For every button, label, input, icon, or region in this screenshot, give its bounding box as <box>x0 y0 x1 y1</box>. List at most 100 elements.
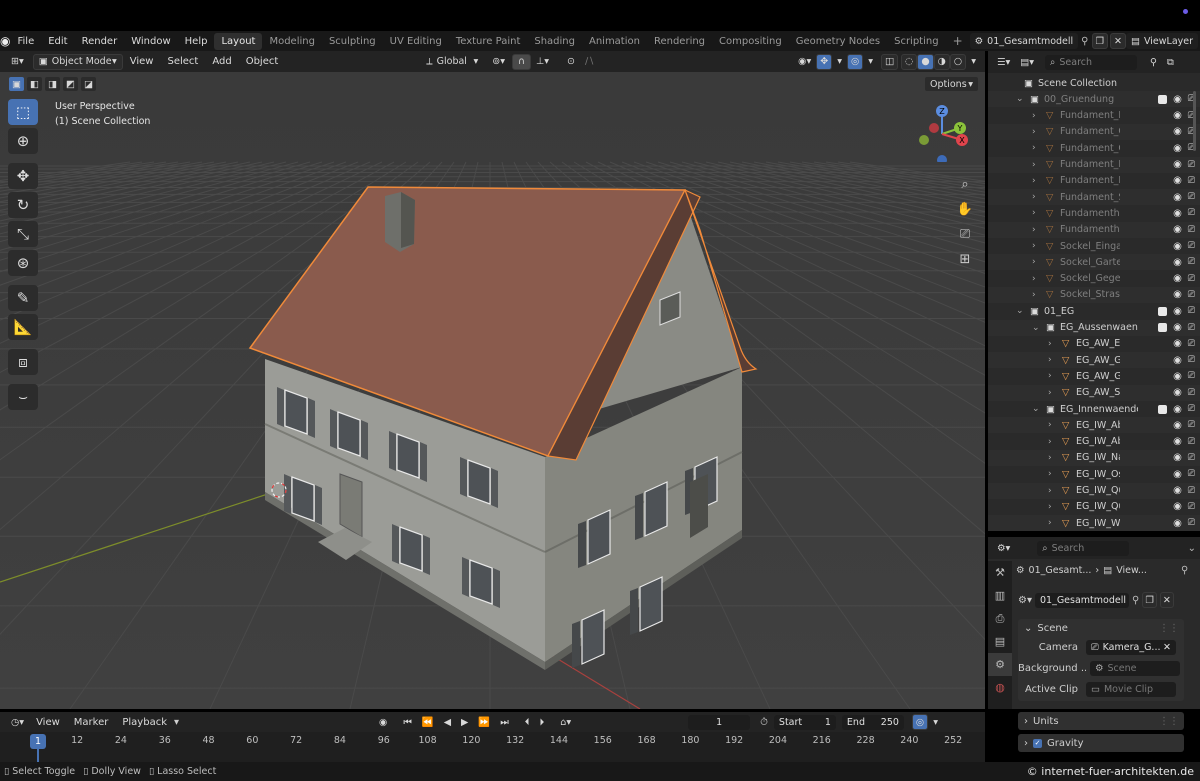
tab-compositing[interactable]: Compositing <box>712 33 789 50</box>
collapse-chevron-icon[interactable]: › <box>1048 420 1052 430</box>
start-frame-field[interactable]: Start 1 <box>773 714 836 730</box>
auto-keying-toggle[interactable]: ◉ <box>374 714 392 730</box>
overlay-options[interactable]: ▾ <box>863 54 878 70</box>
collapse-chevron-icon[interactable]: › <box>1032 176 1036 186</box>
3d-viewport[interactable]: User Perspective (1) Scene Collection ▣ … <box>0 72 985 709</box>
exclude-checkbox[interactable] <box>1158 323 1168 332</box>
outliner-object-row[interactable]: ›▽Fundament_Innen_3◉⎚ <box>988 156 1200 173</box>
timeline-view-toggle[interactable]: ◎ <box>911 714 929 730</box>
collapse-chevron-icon[interactable]: › <box>1032 274 1036 284</box>
copy-scene-button[interactable]: ❐ <box>1142 592 1157 608</box>
collapse-chevron-icon[interactable]: › <box>1032 257 1036 267</box>
snap-target-selector[interactable]: ⊥▾ <box>531 54 554 70</box>
menu-render[interactable]: Render <box>75 36 125 47</box>
filter-icon[interactable]: ⚲ <box>1145 54 1162 70</box>
rendered-shading-button[interactable]: ○ <box>949 53 967 70</box>
proportional-edit-toggle[interactable]: ⊙ <box>562 54 580 70</box>
close-icon[interactable]: ✕ <box>1163 642 1171 653</box>
tab-texture-paint[interactable]: Texture Paint <box>449 33 528 50</box>
outliner-object-row[interactable]: ›▽EG_IW_Ost◉⎚ <box>988 466 1200 482</box>
camera-view-icon[interactable]: ⎚ <box>955 224 975 244</box>
outliner-object-row[interactable]: › ▽ Fundament_Gegen ◉⎚ <box>988 140 1200 156</box>
snap-toggle[interactable]: ∩ <box>512 53 531 70</box>
eye-icon[interactable]: ◉ <box>1173 469 1182 480</box>
display-mode-selector[interactable]: ▤▾ <box>1015 54 1039 70</box>
delete-scene-button[interactable]: ✕ <box>1110 33 1126 49</box>
render-camera-icon[interactable]: ⎚ <box>1188 241 1195 251</box>
current-frame-field[interactable]: 1 <box>688 714 751 730</box>
move-tool-icon[interactable]: ✥ <box>8 163 38 189</box>
xray-toggle[interactable]: ◫ <box>881 53 899 70</box>
outliner-collection-row[interactable]: ⌄▣EG_Aussenwaende◉⎚ <box>988 319 1200 336</box>
render-camera-icon[interactable]: ⎚ <box>1188 469 1195 479</box>
collapse-chevron-icon[interactable]: › <box>1032 241 1036 251</box>
outliner-object-row[interactable]: ›▽Fundamenthals_Inne◉⎚ <box>988 205 1200 221</box>
remove-scene-button[interactable]: ✕ <box>1159 592 1174 608</box>
gravity-panel-header[interactable]: › ✓ Gravity <box>1018 734 1184 752</box>
mode-selector[interactable]: ▣ Object Mode ▾ <box>32 53 123 70</box>
outliner-object-row[interactable]: ›▽EG_AW_Eingang◉⎚ <box>988 336 1200 352</box>
output-tab-icon[interactable]: ⎙ <box>988 607 1012 630</box>
eye-icon[interactable]: ◉ <box>1173 306 1182 317</box>
outliner-collection-row[interactable]: ⌄ ▣ 00_Gruendung ◉ ⎚ <box>988 91 1200 108</box>
expand-chevron-icon[interactable]: ⌄ <box>1016 94 1024 104</box>
select-box-tool-icon[interactable]: ⬚ <box>8 99 38 125</box>
solid-shading-button[interactable]: ● <box>917 53 934 70</box>
playhead[interactable]: 1 <box>30 734 46 749</box>
expand-chevron-icon[interactable]: ⌄ <box>1032 323 1040 333</box>
outliner-object-row[interactable]: ›▽EG_AW_Gegen◉⎚ <box>988 368 1200 384</box>
render-camera-icon[interactable]: ⎚ <box>1188 323 1195 333</box>
eye-icon[interactable]: ◉ <box>1173 257 1182 268</box>
eye-icon[interactable]: ◉ <box>1173 501 1182 512</box>
add-cube-tool-icon[interactable]: ⧈ <box>8 349 38 375</box>
background-scene-field[interactable]: ⚙ Scene <box>1090 661 1180 676</box>
pivot-point-selector[interactable]: ⊚▾ <box>487 54 510 70</box>
tab-shading[interactable]: Shading <box>527 33 582 50</box>
exclude-checkbox[interactable] <box>1158 404 1168 414</box>
collapse-chevron-icon[interactable]: › <box>1032 111 1036 121</box>
viewport-menu-select[interactable]: Select <box>160 56 205 67</box>
transform-tool-icon[interactable]: ⊛ <box>8 250 38 276</box>
active-clip-field[interactable]: ▭ Movie Clip <box>1086 682 1176 697</box>
end-frame-field[interactable]: End 250 <box>841 714 904 730</box>
eye-icon[interactable]: ◉ <box>1173 404 1182 415</box>
gizmo-options[interactable]: ▾ <box>832 54 847 70</box>
outliner-object-row[interactable]: ›▽Fundament_Strasse◉⎚ <box>988 189 1200 206</box>
timeline-menu-playback[interactable]: Playback <box>115 717 174 728</box>
render-camera-icon[interactable]: ⎚ <box>1188 486 1195 496</box>
pin-icon[interactable]: ⚲ <box>1132 595 1139 606</box>
timeline-menu-marker[interactable]: Marker <box>67 717 116 728</box>
tab-sculpting[interactable]: Sculpting <box>322 33 383 50</box>
outliner-object-row[interactable]: ›▽Fundamenthals_Inne◉⎚ <box>988 221 1200 238</box>
outliner-collection-row[interactable]: ⌄ ▣ 01_EG ◉ ⎚ <box>988 303 1200 319</box>
render-camera-icon[interactable]: ⎚ <box>1188 274 1195 284</box>
tool-tab-icon[interactable]: ⚒ <box>988 561 1012 584</box>
gravity-checkbox[interactable]: ✓ <box>1033 738 1042 748</box>
expand-chevron-icon[interactable]: ⌄ <box>1016 306 1024 316</box>
collapse-chevron-icon[interactable]: › <box>1032 225 1036 235</box>
jump-end-button[interactable]: ⏭ <box>495 714 514 730</box>
eye-icon[interactable]: ◉ <box>1173 192 1182 203</box>
wireframe-shading-button[interactable]: ◌ <box>901 53 918 70</box>
scene-panel-header[interactable]: ⌄ Scene ⋮⋮ <box>1018 619 1184 637</box>
rotate-tool-icon[interactable]: ↻ <box>8 192 38 218</box>
menu-help[interactable]: Help <box>178 36 215 47</box>
outliner-object-row[interactable]: ›▽EG_IW_West◉⎚ <box>988 515 1200 532</box>
play-button[interactable]: ▶ <box>456 714 473 730</box>
render-camera-icon[interactable]: ⎚ <box>1188 225 1195 235</box>
tab-scripting[interactable]: Scripting <box>887 33 945 50</box>
eye-icon[interactable]: ◉ <box>1173 371 1182 382</box>
jump-keyframe-forward-button[interactable]: ⏩ <box>473 714 495 730</box>
play-reverse-button[interactable]: ◀ <box>439 714 456 730</box>
menu-file[interactable]: File <box>10 36 41 47</box>
drag-handle-icon[interactable]: ⋮⋮ <box>1159 623 1179 634</box>
render-camera-icon[interactable]: ⎚ <box>1188 176 1195 186</box>
expand-chevron-icon[interactable]: ⌄ <box>1032 404 1040 414</box>
tab-rendering[interactable]: Rendering <box>647 33 712 50</box>
jump-start-button[interactable]: ⏮ <box>398 714 417 730</box>
viewport-menu-add[interactable]: Add <box>205 56 238 67</box>
outliner-object-row[interactable]: ›▽EG_AW_Strasse◉⎚ <box>988 384 1200 401</box>
outliner-object-row[interactable]: › ▽ Sockel_Gegen ◉ ⎚ <box>988 271 1200 287</box>
render-camera-icon[interactable]: ⎚ <box>1188 371 1195 381</box>
camera-field[interactable]: ⎚ Kamera_G... ✕ <box>1086 640 1176 655</box>
